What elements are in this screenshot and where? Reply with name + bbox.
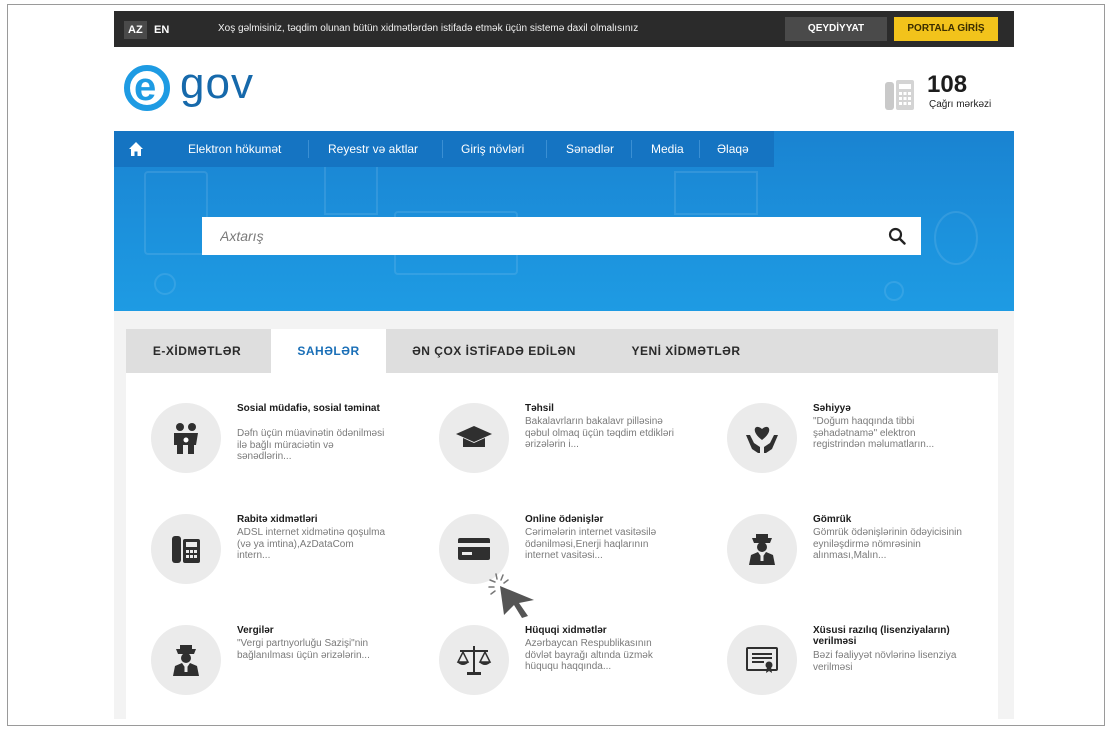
decor-shape	[674, 171, 758, 215]
telephone-icon	[885, 80, 914, 110]
service-description: Gömrük ödənişlərinin ödəyicisinin eynilə…	[813, 527, 962, 561]
home-icon	[129, 142, 143, 156]
hotline-label: Çağrı mərkəzi	[929, 99, 992, 110]
lang-en-button[interactable]: EN	[150, 21, 173, 39]
service-licensing[interactable]: Xüsusi razılıq (lisenziyaların) verilməs…	[727, 625, 1007, 719]
service-title: Online ödənişlər	[525, 514, 604, 525]
nav-divider	[308, 140, 309, 158]
service-icon-circle	[151, 625, 221, 695]
service-online-payments[interactable]: Online ödənişlər Cərimələrin internet va…	[439, 514, 719, 614]
register-button[interactable]: QEYDİYYAT	[785, 17, 887, 41]
service-social-protection[interactable]: Sosial müdafiə, sosial təminat Dəfn üçün…	[151, 403, 431, 503]
scales-icon	[456, 646, 492, 675]
service-title: Təhsil	[525, 403, 554, 414]
service-icon-circle	[439, 625, 509, 695]
hero-banner: Elektron hökumət Reyestr və aktlar Giriş…	[114, 131, 1014, 311]
lang-az-button[interactable]: AZ	[124, 21, 147, 39]
family-icon	[174, 423, 198, 454]
tab-most-used[interactable]: ƏN ÇOX İSTİFADƏ EDİLƏN	[394, 329, 594, 373]
service-communications[interactable]: Rabitə xidmətləri ADSL internet xidmətin…	[151, 514, 431, 614]
service-customs[interactable]: Gömrük Gömrük ödənişlərinin ödəyicisinin…	[727, 514, 1007, 614]
decor-shape	[934, 211, 978, 265]
service-title: Səhiyyə	[813, 403, 851, 414]
nav-divider	[546, 140, 547, 158]
search-input[interactable]	[202, 217, 852, 255]
customs-officer-icon	[749, 534, 775, 565]
service-title: Gömrük	[813, 514, 852, 525]
hotline-number: 108	[927, 71, 968, 98]
egov-logo[interactable]: e gov	[124, 59, 294, 119]
service-icon-circle	[727, 625, 797, 695]
nav-item-login-types[interactable]: Giriş növləri	[461, 131, 524, 167]
mouse-pointer-icon	[488, 573, 534, 618]
service-taxes[interactable]: Vergilər "Vergi partnyorluğu Sazişi"nin …	[151, 625, 431, 719]
service-description: "Doğum haqqında tibbi şəhadətnamə" elekt…	[813, 416, 935, 450]
service-description: Dəfn üçün müavinətin ödənilməsi ilə bağl…	[237, 428, 385, 462]
service-icon-circle	[151, 403, 221, 473]
nav-divider	[699, 140, 700, 158]
search-icon	[888, 227, 906, 245]
nav-item-registry[interactable]: Reyestr və aktlar	[328, 131, 418, 167]
credit-card-icon	[458, 538, 490, 560]
services-tabs: E-XİDMƏTLƏR SAHƏLƏR ƏN ÇOX İSTİFADƏ EDİL…	[126, 329, 998, 373]
nav-item-documents[interactable]: Sənədlər	[566, 131, 614, 167]
search-bar	[202, 217, 921, 255]
service-description: Bəzi fəaliyyət növlərinə lisenziya veril…	[813, 650, 957, 673]
service-title: Vergilər	[237, 625, 274, 636]
service-title: Hüquqi xidmətlər	[525, 625, 607, 636]
logo-e-mark: e	[124, 65, 170, 111]
service-description: Bakalavrların bakalavr pilləsinə qəbul o…	[525, 416, 674, 450]
nav-item-media[interactable]: Media	[651, 131, 684, 167]
nav-divider	[631, 140, 632, 158]
service-icon-circle	[151, 514, 221, 584]
search-button[interactable]	[877, 217, 917, 255]
service-description: ADSL internet xidmətinə qoşulma (və ya i…	[237, 527, 386, 561]
nav-item-electronic-government[interactable]: Elektron hökumət	[188, 131, 281, 167]
graduation-cap-icon	[456, 426, 492, 447]
decor-shape	[144, 171, 208, 255]
service-title: Rabitə xidmətləri	[237, 514, 318, 525]
service-icon-circle	[439, 403, 509, 473]
portal-login-button[interactable]: PORTALA GİRİŞ	[894, 17, 998, 41]
office-phone-icon	[172, 536, 200, 563]
tax-officer-icon	[173, 645, 199, 676]
decor-shape	[884, 281, 904, 301]
service-education[interactable]: Təhsil Bakalavrların bakalavr pilləsinə …	[439, 403, 719, 503]
tab-fields[interactable]: SAHƏLƏR	[271, 329, 386, 373]
service-icon-circle	[727, 514, 797, 584]
tab-new-services[interactable]: YENİ XİDMƏTLƏR	[606, 329, 766, 373]
service-health[interactable]: Səhiyyə "Doğum haqqında tibbi şəhadətnam…	[727, 403, 1007, 503]
heart-hands-icon	[746, 426, 778, 453]
top-bar: AZ EN Xoş gəlmisiniz, təqdim olunan bütü…	[114, 11, 1014, 47]
nav-home[interactable]	[114, 131, 158, 167]
certificate-icon	[746, 647, 778, 673]
service-title: Sosial müdafiə, sosial təminat	[237, 403, 380, 414]
nav-divider	[442, 140, 443, 158]
service-legal[interactable]: Hüquqi xidmətlər Azərbaycan Respublikası…	[439, 625, 719, 719]
service-description: "Vergi partnyorluğu Sazişi"nin bağlanılm…	[237, 638, 370, 661]
service-icon-circle	[727, 403, 797, 473]
service-description: Azərbaycan Respublikasının dövlət bayrağ…	[525, 638, 653, 672]
egov-page: AZ EN Xoş gəlmisiniz, təqdim olunan bütü…	[114, 11, 1014, 719]
service-title: Xüsusi razılıq (lisenziyaların) verilməs…	[813, 625, 950, 647]
nav-item-contact[interactable]: Əlaqə	[717, 131, 749, 167]
tab-e-services[interactable]: E-XİDMƏTLƏR	[126, 329, 268, 373]
site-header: e gov 108 Çağrı mərkəzi	[114, 47, 1014, 131]
decor-shape	[324, 161, 378, 215]
welcome-text: Xoş gəlmisiniz, təqdim olunan bütün xidm…	[218, 23, 639, 34]
services-panel: E-XİDMƏTLƏR SAHƏLƏR ƏN ÇOX İSTİFADƏ EDİL…	[126, 329, 998, 719]
logo-gov-text: gov	[180, 59, 254, 108]
decor-shape	[154, 273, 176, 295]
main-nav: Elektron hökumət Reyestr və aktlar Giriş…	[114, 131, 774, 167]
service-description: Cərimələrin internet vasitəsilə ödənilmə…	[525, 527, 657, 561]
